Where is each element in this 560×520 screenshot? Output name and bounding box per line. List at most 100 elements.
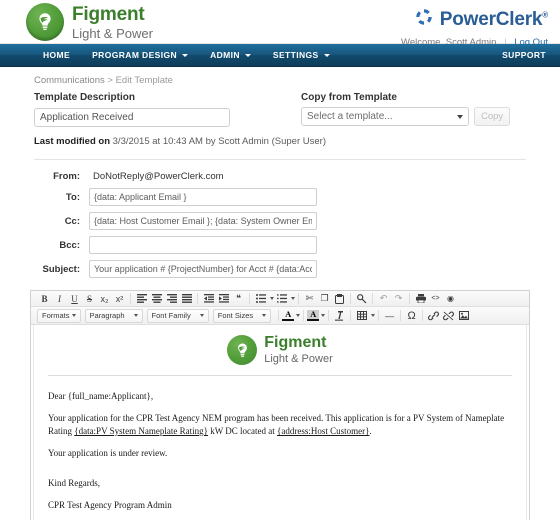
template-description-input[interactable]	[34, 108, 230, 127]
powerclerk-ring-icon	[413, 6, 435, 33]
copy-from-template-select[interactable]: Select a template...	[301, 107, 469, 126]
last-modified-value: 3/3/2015 at 10:43 AM by Scott Admin (Sup…	[112, 136, 326, 147]
insert-link-icon[interactable]	[426, 309, 441, 323]
insert-image-icon[interactable]	[456, 309, 471, 323]
subscript-icon[interactable]: x₂	[97, 292, 112, 306]
strikethrough-icon[interactable]: S	[82, 292, 97, 306]
paragraph-1-text-c: .	[369, 426, 372, 437]
registered-mark: ®	[542, 10, 548, 20]
toolbar-separator	[372, 293, 373, 304]
paste-icon[interactable]	[332, 292, 347, 306]
font-family-dropdown[interactable]: Font Family	[146, 308, 209, 323]
toolbar-separator	[328, 310, 330, 321]
subject-input[interactable]	[89, 260, 317, 278]
background-color-icon[interactable]: A	[307, 309, 326, 323]
chevron-down-icon	[321, 314, 326, 317]
superscript-icon[interactable]: x²	[112, 292, 127, 306]
clear-formatting-icon[interactable]	[332, 309, 347, 323]
editor-toolbar-row-1: B I U S x₂ x² ❝ ✄ ❐ ↶ ↷ <> ◉	[31, 291, 529, 307]
page-header: Figment Light & Power PowerClerk® Welcom…	[0, 0, 560, 48]
align-right-icon[interactable]	[164, 292, 179, 306]
email-body-text: Dear {full_name:Applicant}, Your applica…	[48, 376, 512, 520]
toolbar-separator	[278, 310, 280, 321]
dropdown-label: Font Family	[151, 311, 191, 320]
breadcrumb-parent[interactable]: Communications	[34, 75, 105, 86]
nav-item-admin[interactable]: ADMIN	[199, 50, 262, 60]
undo-icon[interactable]: ↶	[376, 292, 391, 306]
nav-item-settings[interactable]: SETTINGS	[262, 50, 341, 60]
lightbulb-leaf-icon	[227, 335, 258, 365]
italic-icon[interactable]: I	[52, 292, 67, 306]
blockquote-icon[interactable]: ❝	[231, 292, 246, 306]
chevron-down-icon	[457, 114, 463, 119]
chevron-down-icon	[323, 53, 330, 57]
toolbar-separator	[130, 293, 131, 304]
copy-icon[interactable]: ❐	[317, 292, 332, 306]
toolbar-separator	[303, 310, 305, 321]
main-navigation: HOME PROGRAM DESIGN ADMIN SETTINGS SUPPO…	[0, 44, 560, 67]
cut-icon[interactable]: ✄	[302, 292, 317, 306]
dropdown-label: Paragraph	[89, 311, 125, 320]
align-left-icon[interactable]	[134, 292, 149, 306]
field-row-to: To:	[34, 188, 538, 206]
chevron-down-icon	[296, 314, 301, 317]
nav-label: PROGRAM DESIGN	[92, 50, 178, 60]
chevron-down-icon[interactable]	[371, 314, 376, 317]
chevron-down-icon[interactable]	[291, 297, 295, 300]
source-code-icon[interactable]: <>	[428, 292, 443, 306]
preview-icon[interactable]: ◉	[443, 292, 458, 306]
to-input[interactable]	[89, 188, 317, 206]
editor-content-area[interactable]: Figment Light & Power Dear {full_name:Ap…	[31, 325, 529, 520]
template-form: Template Description Copy from Template …	[22, 92, 538, 127]
font-sizes-dropdown[interactable]: Font Sizes	[212, 308, 272, 323]
merge-field-host-customer-address: {address:Host Customer}	[277, 426, 370, 437]
bcc-input[interactable]	[89, 236, 317, 254]
print-icon[interactable]	[413, 292, 428, 306]
nav-items: HOME PROGRAM DESIGN ADMIN SETTINGS	[32, 50, 341, 60]
cc-label: Cc:	[64, 215, 80, 227]
bcc-label: Bcc:	[59, 239, 80, 251]
table-icon[interactable]	[354, 309, 369, 323]
field-row-from: From: DoNotReply@PowerClerk.com	[34, 171, 538, 182]
nav-item-home[interactable]: HOME	[32, 50, 81, 60]
cc-input[interactable]	[89, 212, 317, 230]
nav-label: ADMIN	[210, 50, 240, 60]
find-replace-icon[interactable]	[354, 292, 369, 306]
numbered-list-icon[interactable]	[274, 292, 289, 306]
align-center-icon[interactable]	[149, 292, 164, 306]
align-justify-icon[interactable]	[179, 292, 194, 306]
toolbar-separator	[298, 293, 299, 304]
editor-toolbar-row-2: Formats Paragraph Font Family Font Sizes…	[31, 307, 529, 325]
nav-item-support[interactable]: SUPPORT	[502, 50, 546, 60]
email-paragraph-1: Your application for the CPR Test Agency…	[48, 412, 512, 438]
chevron-down-icon	[133, 314, 138, 317]
indent-icon[interactable]	[216, 292, 231, 306]
special-character-icon[interactable]: Ω	[404, 309, 419, 323]
nav-item-program-design[interactable]: PROGRAM DESIGN	[81, 50, 199, 60]
chevron-down-icon	[199, 314, 204, 317]
field-row-subject: Subject:	[34, 260, 538, 278]
dropdown-label: Font Sizes	[217, 311, 254, 320]
to-label: To:	[65, 191, 80, 203]
nav-label: SETTINGS	[272, 50, 319, 60]
lightbulb-leaf-icon	[26, 3, 64, 41]
outdent-icon[interactable]	[201, 292, 216, 306]
text-color-icon[interactable]: A	[282, 309, 301, 323]
unlink-icon[interactable]	[441, 309, 456, 323]
redo-icon[interactable]: ↷	[391, 292, 406, 306]
copy-button[interactable]: Copy	[474, 107, 511, 126]
last-modified-prefix: Last modified on	[34, 136, 113, 147]
toolbar-separator	[197, 293, 198, 304]
field-row-bcc: Bcc:	[34, 236, 538, 254]
formats-dropdown[interactable]: Formats	[37, 308, 81, 323]
email-fields: From: DoNotReply@PowerClerk.com To: Cc: …	[22, 160, 538, 278]
horizontal-rule-icon[interactable]: —	[382, 309, 397, 323]
paragraph-dropdown[interactable]: Paragraph	[84, 308, 143, 323]
powerclerk-brand: PowerClerk® Welcome, Scott Admin | Log O…	[401, 6, 548, 49]
last-modified-text: Last modified on 3/3/2015 at 10:43 AM by…	[22, 127, 538, 147]
bold-icon[interactable]: B	[37, 292, 52, 306]
bullet-list-icon[interactable]	[253, 292, 268, 306]
email-logo-name: Figment	[264, 334, 327, 351]
figment-brand: Figment Light & Power	[26, 3, 153, 41]
underline-icon[interactable]: U	[67, 292, 82, 306]
